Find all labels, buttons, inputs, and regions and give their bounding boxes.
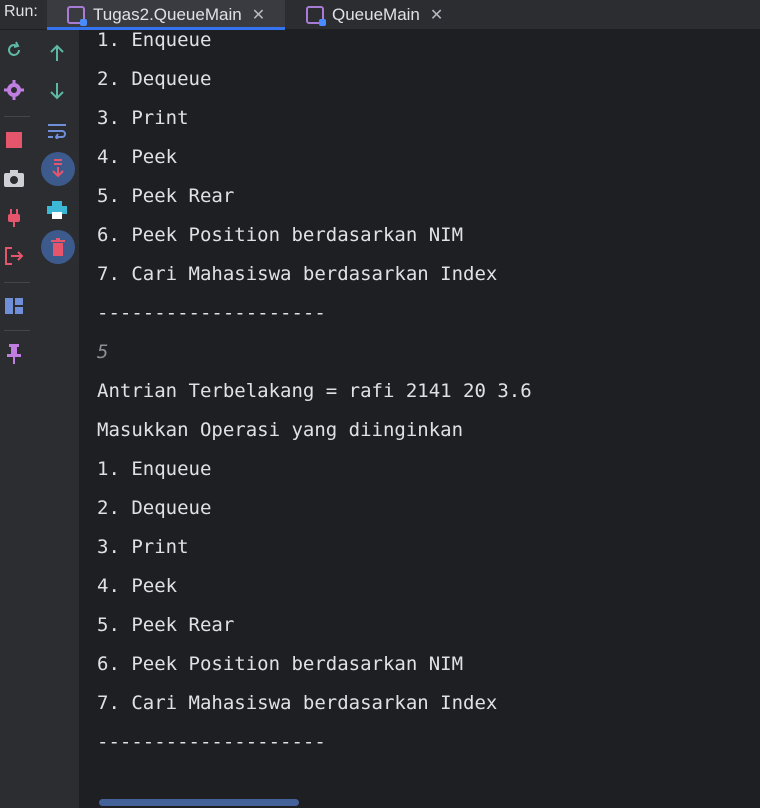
soft-wrap-icon[interactable] (43, 117, 71, 145)
console-output[interactable]: 1. Enqueue 2. Dequeue 3. Print 4. Peek 5… (80, 30, 760, 808)
print-icon[interactable] (43, 196, 71, 224)
gear-icon[interactable] (0, 76, 28, 104)
exit-icon[interactable] (0, 242, 28, 270)
console-line: 7. Cari Mahasiswa berdasarkan Index (97, 692, 498, 714)
stop-icon[interactable] (0, 126, 28, 154)
camera-icon[interactable] (0, 164, 28, 192)
console-lines: 1. Enqueue 2. Dequeue 3. Print 4. Peek 5… (97, 30, 532, 762)
toolbar-divider (4, 330, 30, 331)
console-line: 1. Enqueue (97, 30, 212, 51)
console-line: 4. Peek (97, 146, 178, 168)
tab-label: QueueMain (332, 5, 420, 24)
console-line: 5. Peek Rear (97, 185, 235, 207)
tab-label: Tugas2.QueueMain (93, 5, 242, 24)
run-tab-bar: Run: Tugas2.QueueMain ✕ QueueMain ✕ (0, 0, 760, 30)
pin-icon[interactable] (0, 340, 28, 368)
run-toolbar-primary (0, 30, 38, 808)
console-line: 2. Dequeue (97, 497, 212, 519)
plug-icon[interactable] (0, 204, 28, 232)
console-line: -------------------- (97, 731, 326, 753)
console-line: 3. Print (97, 536, 189, 558)
run-config-icon (306, 6, 326, 26)
console-line: 4. Peek (97, 575, 178, 597)
trash-icon[interactable] (41, 230, 75, 264)
horizontal-scrollbar[interactable] (99, 799, 299, 806)
console-line: 1. Enqueue (97, 458, 212, 480)
scroll-to-end-icon[interactable] (41, 152, 75, 186)
rerun-icon[interactable] (0, 36, 28, 64)
run-toolbar-secondary (38, 30, 80, 808)
console-line: 5. Peek Rear (97, 614, 235, 636)
close-icon[interactable]: ✕ (430, 5, 443, 25)
run-label: Run: (4, 3, 38, 20)
close-icon[interactable]: ✕ (252, 5, 265, 25)
arrow-down-icon[interactable] (43, 77, 71, 105)
console-line: Masukkan Operasi yang diinginkan (97, 419, 464, 441)
console-line: Antrian Terbelakang = rafi 2141 20 3.6 (97, 380, 532, 402)
console-line: 2. Dequeue (97, 68, 212, 90)
tab-tugas2-queuemain[interactable]: Tugas2.QueueMain ✕ (47, 0, 285, 30)
console-line: 6. Peek Position berdasarkan NIM (97, 224, 464, 246)
console-line: 6. Peek Position berdasarkan NIM (97, 653, 464, 675)
layout-icon[interactable] (0, 292, 28, 320)
toolbar-divider (4, 116, 30, 117)
console-line: 3. Print (97, 107, 189, 129)
console-line: 7. Cari Mahasiswa berdasarkan Index (97, 263, 498, 285)
toolbar-divider (4, 282, 30, 283)
console-user-input: 5 (97, 341, 109, 363)
run-config-icon (67, 6, 87, 26)
arrow-up-icon[interactable] (43, 39, 71, 67)
console-line: -------------------- (97, 302, 326, 324)
tab-queuemain[interactable]: QueueMain ✕ (292, 0, 462, 30)
